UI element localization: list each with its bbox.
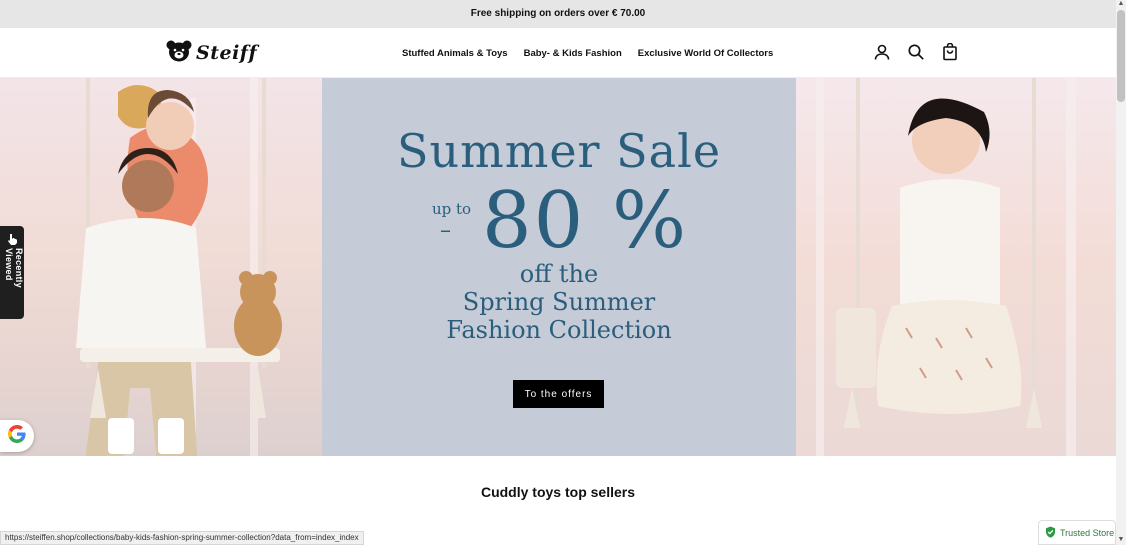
section-title: Cuddly toys top sellers <box>480 484 636 500</box>
announcement-text: Free shipping on orders over € 70.00 <box>470 8 646 19</box>
sale-line-2: Spring Summer <box>462 288 656 316</box>
page-scrollbar[interactable]: ▲ ▼ <box>1116 0 1126 545</box>
teddy-bear-head-icon <box>166 40 192 67</box>
nav-collectors-world[interactable]: Exclusive World Of Collectors <box>638 48 774 59</box>
header-icons <box>873 42 959 61</box>
up-to-dash: – <box>440 218 451 243</box>
recently-viewed-tab[interactable]: Recently Viewed <box>0 226 24 319</box>
recently-viewed-label: Recently Viewed <box>4 248 24 288</box>
announcement-bar: Free shipping on orders over € 70.00 <box>0 0 1116 28</box>
sale-panel: Summer Sale up to – 80 % off the Spring … <box>322 78 796 456</box>
account-icon[interactable] <box>873 43 891 61</box>
sale-line-1: off the <box>519 260 599 288</box>
main-nav: Stuffed Animals & Toys Baby- & Kids Fash… <box>402 28 773 78</box>
brand-name: Steiff <box>196 42 258 64</box>
search-icon[interactable] <box>907 43 925 61</box>
site-header: Steiff Stuffed Animals & Toys Baby- & Ki… <box>0 28 1116 78</box>
sale-line-3: Fashion Collection <box>446 316 672 344</box>
sale-title: Summer Sale <box>396 124 722 178</box>
hero-photo-children-swing <box>0 78 322 456</box>
trusted-store-badge[interactable]: Trusted Store <box>1038 520 1116 545</box>
nav-stuffed-animals[interactable]: Stuffed Animals & Toys <box>402 48 508 59</box>
scroll-down-arrow-icon[interactable]: ▼ <box>1117 536 1125 544</box>
scroll-up-arrow-icon[interactable]: ▲ <box>1117 0 1125 8</box>
brand-logo[interactable]: Steiff <box>166 40 258 67</box>
status-bar-url: https://steiffen.shop/collections/baby-k… <box>0 531 364 545</box>
google-g-icon <box>7 424 27 449</box>
discount-value: 80 % <box>482 176 689 266</box>
hero-photo-girl-swing <box>796 78 1116 456</box>
to-the-offers-button[interactable]: To the offers <box>513 380 604 408</box>
scroll-thumb[interactable] <box>1117 10 1125 102</box>
shield-check-icon <box>1045 526 1056 540</box>
hero-banner[interactable]: Summer Sale up to – 80 % off the Spring … <box>0 78 1116 456</box>
nav-baby-kids-fashion[interactable]: Baby- & Kids Fashion <box>524 48 622 59</box>
trusted-store-label: Trusted Store <box>1060 527 1115 538</box>
google-reviews-badge[interactable] <box>0 420 34 452</box>
up-to-label: up to <box>432 200 472 218</box>
cart-icon[interactable] <box>941 42 959 61</box>
